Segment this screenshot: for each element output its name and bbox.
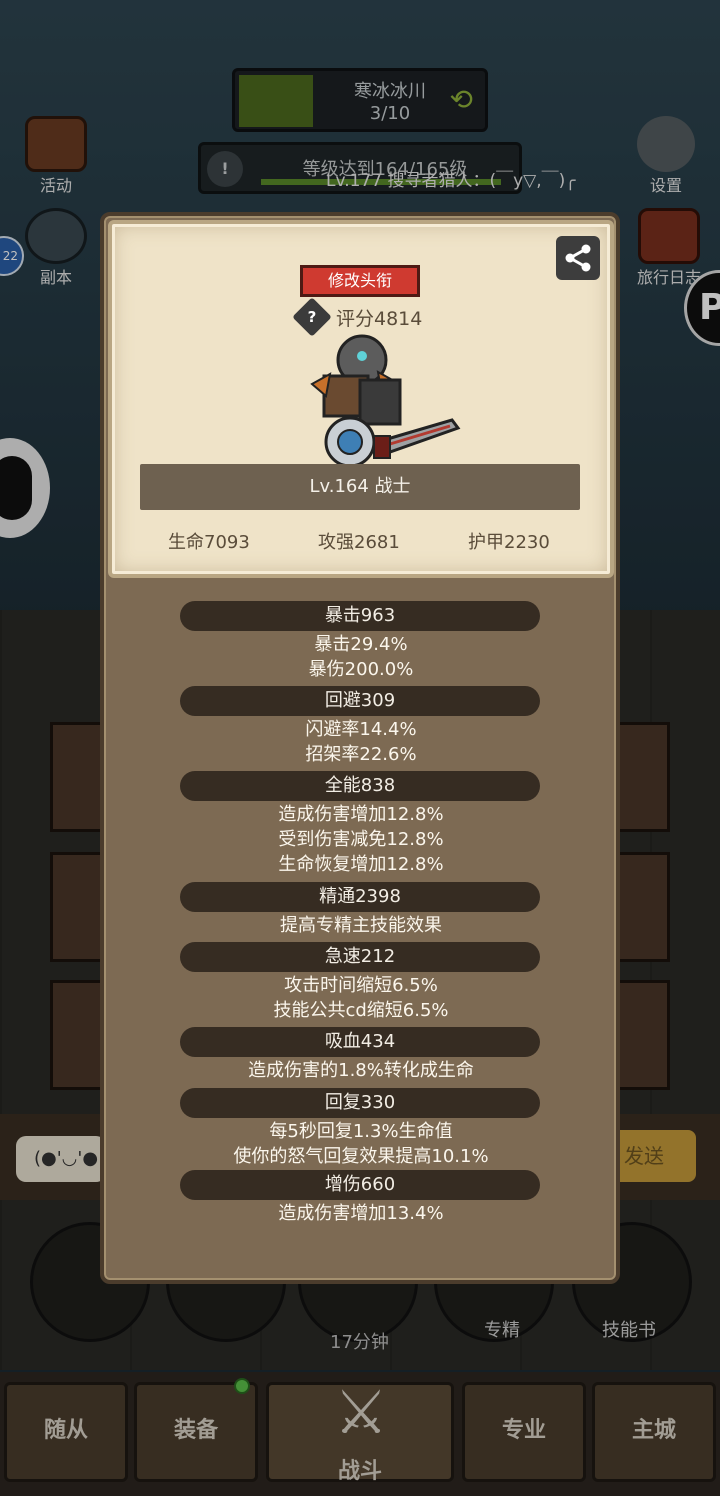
stat-header-avoidance: 回避309 [180,686,540,716]
stat-line: 攻击时间缩短6.5% [284,975,438,996]
attack-stat: 攻强2681 [318,532,400,553]
stat-header-lifesteal: 吸血434 [180,1027,540,1057]
stat-line: 招架率22.6% [305,744,417,765]
stat-line: 造成伤害的1.8%转化成生命 [248,1060,474,1081]
stat-header-damage-bonus: 增伤660 [180,1170,540,1200]
armor-stat: 护甲2230 [468,532,550,553]
share-button[interactable] [556,236,600,280]
stat-line: 技能公共cd缩短6.5% [273,1000,449,1021]
stat-line: 造成伤害增加12.8% [278,804,444,825]
hp-stat: 生命7093 [168,532,250,553]
stat-line: 受到伤害减免12.8% [278,829,444,850]
warrior-character-image [310,334,461,470]
stat-line: 生命恢复增加12.8% [278,854,444,875]
stat-header-crit: 暴击963 [180,601,540,631]
stat-line: 暴击29.4% [314,634,408,655]
stat-line: 闪避率14.4% [305,719,417,740]
stat-line: 每5秒回复1.3%生命值 [269,1121,453,1142]
stat-header-regen: 回复330 [180,1088,540,1118]
stat-line: 造成伤害增加13.4% [278,1203,444,1224]
stat-line: 提高专精主技能效果 [280,915,442,936]
share-icon [565,244,591,272]
stat-header-versatility: 全能838 [180,771,540,801]
level-class-plate: Lv.164 战士 [140,464,580,510]
stat-line: 使你的怒气回复效果提高10.1% [233,1146,489,1167]
change-title-button[interactable]: 修改头衔 [300,265,420,297]
stat-header-haste: 急速212 [180,942,540,972]
stat-header-mastery: 精通2398 [180,882,540,912]
stat-line: 暴伤200.0% [308,659,414,680]
